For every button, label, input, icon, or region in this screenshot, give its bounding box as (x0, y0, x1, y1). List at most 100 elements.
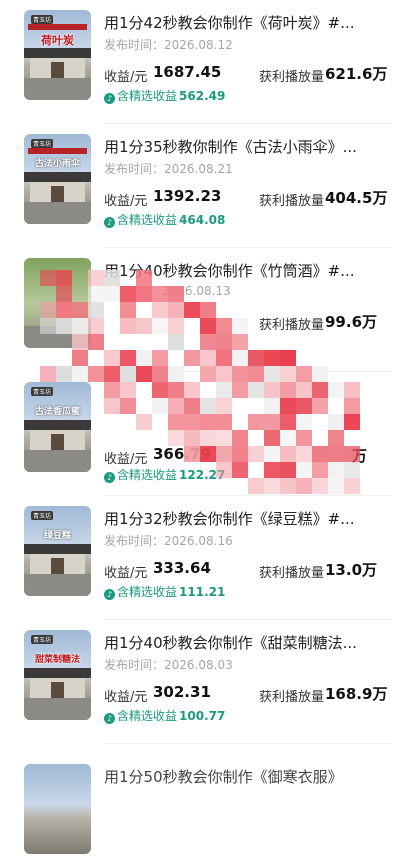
pixel-block (168, 398, 184, 414)
pixel-block (168, 366, 184, 382)
video-title[interactable]: 用1分40秒教会你制作《甜菜制糖法... (104, 632, 357, 653)
select-income-value: 111.21 (179, 585, 226, 599)
video-thumbnail[interactable]: 青玉坊 绿豆糕 (24, 506, 91, 596)
video-thumbnail[interactable]: 青玉坊 荷叶炭 (24, 10, 91, 100)
list-item[interactable]: 青玉坊 荷叶炭 用1分42秒教会你制作《荷叶炭》#... 发布时间：2026.0… (0, 0, 410, 124)
pixel-block (216, 382, 232, 398)
thumb-ground (24, 574, 91, 596)
pixel-block (296, 478, 312, 494)
publish-date: 发布时间：2026.08.12 (104, 38, 233, 52)
pixel-block (296, 462, 312, 478)
pixel-block (328, 462, 344, 478)
pixel-block (296, 398, 312, 414)
list-item[interactable]: 青玉坊 甜菜制糖法 用1分40秒教会你制作《甜菜制糖法... 发布时间：2026… (0, 620, 410, 744)
thumb-title: 荷叶炭 (41, 34, 74, 47)
pixel-block (344, 446, 360, 462)
pixel-block (200, 414, 216, 430)
pixel-block (264, 430, 280, 446)
pixel-block (280, 350, 296, 366)
thumb-door (51, 558, 64, 574)
thumb-badge: 青玉坊 (31, 139, 54, 148)
pixel-block (280, 478, 296, 494)
pixel-block (72, 318, 88, 334)
pixel-block (152, 398, 168, 414)
pixel-block (104, 270, 120, 286)
pixel-block (264, 382, 280, 398)
plays-value: 13.0万 (325, 561, 378, 579)
pixel-block (168, 414, 184, 430)
pixel-block (312, 398, 328, 414)
pixel-block (168, 430, 184, 446)
pixel-block (232, 334, 248, 350)
pixel-block (56, 286, 72, 302)
pixel-block (280, 398, 296, 414)
pixel-block (136, 366, 152, 382)
pixel-block (120, 318, 136, 334)
pixel-block (152, 318, 168, 334)
select-income: ♪ 含精选收益 100.77 (104, 707, 225, 724)
pixel-block (120, 302, 136, 318)
list-item[interactable]: 青玉坊 绿豆糕 用1分32秒教会你制作《绿豆糕》#... 发布时间：2026.0… (0, 496, 410, 620)
pixel-block (200, 302, 216, 318)
pixel-block (120, 398, 136, 414)
video-title[interactable]: 用1分42秒教会你制作《荷叶炭》#... (104, 12, 355, 33)
select-income: ♪ 含精选收益 562.49 (104, 87, 225, 104)
thumb-eave (24, 172, 91, 182)
pixel-block (344, 382, 360, 398)
pixel-block (184, 430, 200, 446)
pixel-block (280, 366, 296, 382)
pixel-block (280, 462, 296, 478)
pixel-block (216, 350, 232, 366)
thumb-badge: 青玉坊 (31, 15, 54, 24)
pixel-block (216, 462, 232, 478)
pixel-block (232, 382, 248, 398)
pixel-block (72, 334, 88, 350)
pixel-block (216, 318, 232, 334)
pixel-block (120, 286, 136, 302)
pixel-block (232, 366, 248, 382)
video-thumbnail[interactable]: 青玉坊 古法小雨伞 (24, 134, 91, 224)
pixel-block (104, 398, 120, 414)
pixel-block (312, 382, 328, 398)
thumb-ground (24, 698, 91, 720)
video-title[interactable]: 用1分32秒教会你制作《绿豆糕》#... (104, 508, 355, 529)
pixel-block (232, 446, 248, 462)
income-label: 收益/元 (104, 690, 148, 705)
video-title[interactable]: 用1分35秒教你制作《古法小雨伞》... (104, 136, 357, 157)
publish-date: 发布时间：2026.08.21 (104, 162, 233, 176)
plays-label: 获利播放量 (259, 566, 325, 581)
pixel-block (232, 350, 248, 366)
video-thumbnail[interactable]: 青玉坊 甜菜制糖法 (24, 630, 91, 720)
pixel-block (216, 446, 232, 462)
publish-date: 发布时间：2026.08.03 (104, 658, 233, 672)
pixel-block (264, 478, 280, 494)
list-item[interactable]: 用1分50秒教会你制作《御寒衣服》 (0, 744, 410, 868)
pixel-block (168, 334, 184, 350)
video-title[interactable]: 用1分50秒教会你制作《御寒衣服》 (104, 766, 343, 787)
video-thumbnail[interactable] (24, 764, 91, 854)
thumb-ribbon (28, 148, 87, 154)
pixel-block (88, 302, 104, 318)
thumb-door (51, 186, 64, 202)
list-item[interactable]: 青玉坊 古法小雨伞 用1分35秒教你制作《古法小雨伞》... 发布时间：2026… (0, 124, 410, 248)
pixel-block (152, 302, 168, 318)
pixel-block (216, 334, 232, 350)
pixel-block (296, 446, 312, 462)
pixel-block (344, 462, 360, 478)
income-label: 收益/元 (104, 194, 148, 209)
pixel-block (216, 398, 232, 414)
pixel-block (312, 478, 328, 494)
pixel-block (328, 478, 344, 494)
thumb-eave (24, 668, 91, 678)
pixel-block (264, 398, 280, 414)
thumb-door (51, 682, 64, 698)
pixel-block (104, 350, 120, 366)
pixel-block (88, 286, 104, 302)
pixel-block (56, 302, 72, 318)
pixel-block (328, 382, 344, 398)
pixel-block (88, 270, 104, 286)
douyin-icon: ♪ (104, 589, 115, 600)
pixel-block (104, 286, 120, 302)
pixel-block (216, 414, 232, 430)
pixel-block (312, 446, 328, 462)
